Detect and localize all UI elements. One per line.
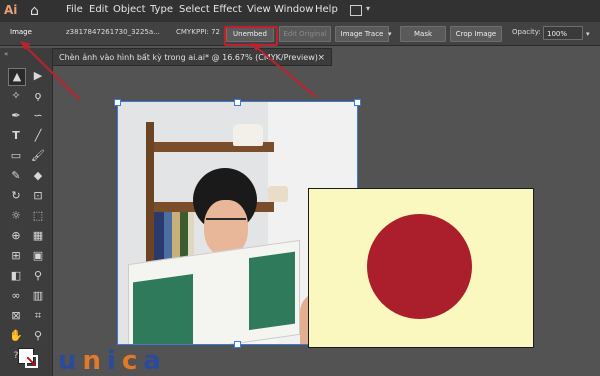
collapse-panel-icon[interactable]: «	[4, 50, 8, 58]
artboard-tool-icon[interactable]: ⊠	[8, 308, 24, 324]
chevron-down-icon[interactable]: ▾	[366, 4, 370, 13]
opacity-chevron-icon[interactable]: ▾	[586, 30, 590, 38]
type-tool-icon[interactable]: T	[8, 128, 24, 144]
watermark-letter: c	[121, 346, 144, 376]
magic-wand-icon[interactable]: ✧	[8, 88, 24, 104]
edit-original-button[interactable]: Edit Original	[279, 26, 331, 42]
book-cover	[249, 251, 295, 331]
eyeglasses-icon	[206, 218, 246, 230]
hand-tool-icon[interactable]: ✋	[8, 328, 24, 344]
app-logo: Ai	[4, 3, 18, 17]
rotate-tool-icon[interactable]: ↻	[8, 188, 24, 204]
home-icon[interactable]: ⌂	[30, 3, 46, 19]
gradient-tool-icon[interactable]: ◧	[8, 268, 24, 284]
image-trace-button[interactable]: Image Trace	[335, 26, 389, 42]
watermark-letter: i	[107, 346, 122, 376]
book-cover	[133, 273, 193, 345]
perspective-grid-icon[interactable]: ⊞	[8, 248, 24, 264]
ppi-value: PPI: 72	[196, 28, 220, 36]
selection-handle[interactable]	[354, 99, 361, 106]
watermark-letter: n	[82, 346, 108, 376]
paintbrush-icon[interactable]: 🖌	[30, 148, 46, 164]
line-tool-icon[interactable]: ╱	[30, 128, 46, 144]
watermark-letter: a	[143, 346, 167, 376]
image-trace-dropdown[interactable]: ▾	[388, 30, 392, 38]
lasso-icon[interactable]: ϙ	[30, 88, 46, 104]
menu-effect[interactable]: Effect	[213, 4, 242, 15]
eyedropper-icon[interactable]: ⚲	[30, 268, 46, 284]
scale-tool-icon[interactable]: ⊡	[30, 188, 46, 204]
menu-file[interactable]: File	[66, 4, 83, 15]
free-transform-icon[interactable]: ⬚	[30, 208, 46, 224]
zoom-tool-icon[interactable]: ⚲	[30, 328, 46, 344]
color-mode: CMYK	[176, 28, 196, 36]
direct-selection-tool-icon[interactable]: ▶	[30, 68, 46, 84]
eraser-icon[interactable]: ◆	[30, 168, 46, 184]
menu-window[interactable]: Window	[274, 4, 313, 15]
tools-panel: « ▲ ▶ ✧ ϙ ✒ ∽ T ╱ ▭ 🖌 ✎ ◆ ↻ ⊡ ☼ ⬚ ⊕ ▦ ⊞ …	[0, 48, 53, 376]
document-tab[interactable]: Chèn ảnh vào hình bất kỳ trong ai.ai* @ …	[52, 48, 332, 66]
menu-edit[interactable]: Edit	[89, 4, 108, 15]
ornament	[233, 124, 263, 146]
red-circle[interactable]	[367, 214, 472, 319]
selection-handle[interactable]	[234, 341, 241, 348]
menu-bar: Ai ⌂ File Edit Object Type Select Effect…	[0, 0, 600, 22]
slice-tool-icon[interactable]: ⌗	[30, 308, 46, 324]
fill-stroke-swatch[interactable]	[18, 348, 40, 370]
live-paint-icon[interactable]: ▦	[30, 228, 46, 244]
selection-handle[interactable]	[114, 99, 121, 106]
warp-tool-icon[interactable]: ☼	[8, 208, 24, 224]
menu-view[interactable]: View	[247, 4, 271, 15]
ornament	[268, 186, 288, 202]
curvature-tool-icon[interactable]: ∽	[30, 108, 46, 124]
shaper-tool-icon[interactable]: ✎	[8, 168, 24, 184]
menu-type[interactable]: Type	[150, 4, 173, 15]
selection-tool-icon[interactable]: ▲	[8, 68, 26, 86]
watermark-letter: u	[58, 346, 83, 376]
menu-object[interactable]: Object	[113, 4, 146, 15]
unica-watermark: unica	[58, 346, 167, 376]
stroke-swatch[interactable]	[25, 355, 38, 368]
opacity-input[interactable]: 100%	[543, 26, 583, 40]
mask-button[interactable]: Mask	[400, 26, 446, 42]
menu-help[interactable]: Help	[315, 4, 338, 15]
close-tab-icon[interactable]: ×	[317, 49, 325, 67]
shape-builder-icon[interactable]: ⊕	[8, 228, 24, 244]
opacity-label: Opacity:	[512, 28, 541, 36]
document-title: Chèn ảnh vào hình bất kỳ trong ai.ai* @ …	[59, 53, 318, 62]
menu-select[interactable]: Select	[179, 4, 210, 15]
blend-tool-icon[interactable]: ∞	[8, 288, 24, 304]
pen-tool-icon[interactable]: ✒	[8, 108, 24, 124]
selection-handle[interactable]	[234, 99, 241, 106]
workspace-switcher-icon[interactable]	[350, 5, 362, 16]
control-bar: Image z3817847261730_3225a... CMYK PPI: …	[0, 22, 600, 46]
graph-tool-icon[interactable]: ▥	[30, 288, 46, 304]
unembed-highlight	[224, 26, 278, 46]
image-label: Image	[10, 28, 32, 36]
linked-filename: z3817847261730_3225a...	[66, 28, 160, 36]
crop-image-button[interactable]: Crop Image	[450, 26, 502, 42]
rectangle-tool-icon[interactable]: ▭	[8, 148, 24, 164]
mesh-tool-icon[interactable]: ▣	[30, 248, 46, 264]
